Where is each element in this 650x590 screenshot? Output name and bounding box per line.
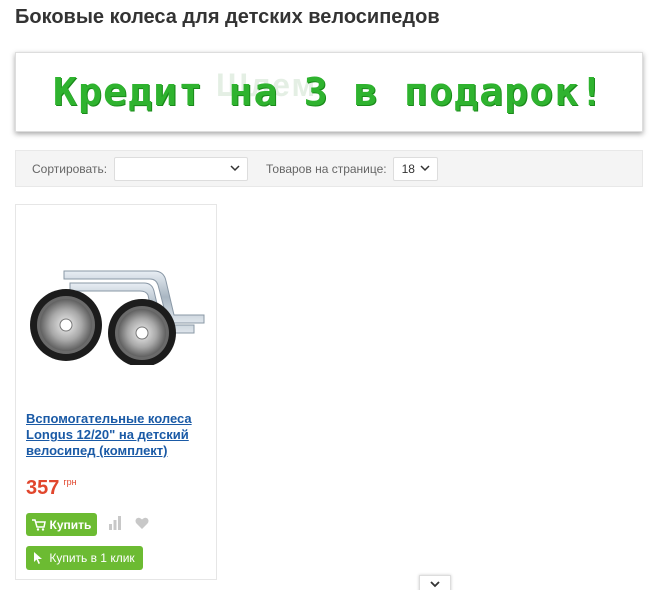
banner-text: Кредит на 3 в подарок!: [53, 70, 605, 114]
buy-button[interactable]: Купить: [26, 513, 97, 536]
chevron-down-icon: [420, 164, 430, 171]
per-page-select[interactable]: 18: [392, 156, 438, 181]
promo-banner[interactable]: Шлем Кредит на 3 в подарок!: [15, 52, 643, 132]
chevron-down-icon: [230, 164, 240, 171]
product-title-link[interactable]: Вспомогательные колеса Longus 12/20" на …: [26, 411, 211, 459]
product-price: 357 грн: [26, 477, 77, 500]
sort-select[interactable]: [114, 156, 249, 181]
price-currency: грн: [63, 477, 77, 487]
buy-one-click-button[interactable]: Купить в 1 клик: [26, 546, 143, 570]
per-page-value: 18: [401, 161, 415, 176]
cart-icon: [31, 518, 46, 531]
sort-label: Сортировать:: [32, 161, 108, 176]
page-title: Боковые колеса для детских велосипедов: [15, 6, 440, 28]
per-page-label: Товаров на странице:: [266, 161, 387, 176]
chevron-down-icon: [430, 581, 440, 588]
product-image[interactable]: [24, 245, 210, 365]
cursor-icon: [34, 552, 43, 564]
price-value: 357: [26, 477, 60, 499]
product-card: Вспомогательные колеса Longus 12/20" на …: [15, 204, 217, 580]
catalog-toolbar: Сортировать: Товаров на странице: 18: [15, 150, 643, 187]
compare-icon[interactable]: [108, 516, 122, 530]
heart-icon[interactable]: [135, 516, 149, 530]
scroll-more-button[interactable]: [419, 575, 451, 590]
buy-button-label: Купить: [49, 517, 92, 532]
buy-one-click-label: Купить в 1 клик: [49, 551, 135, 565]
